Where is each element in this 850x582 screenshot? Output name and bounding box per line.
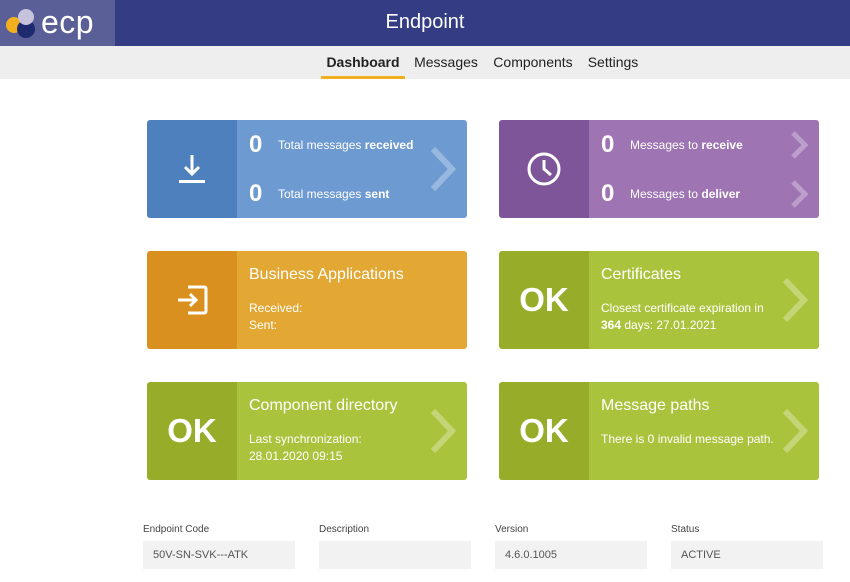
- received-label: Total messages received: [278, 138, 414, 152]
- tile-content: Component directory Last synchronization…: [237, 382, 467, 480]
- version-field: 4.6.0.1005: [495, 541, 647, 569]
- description-label: Description: [319, 524, 370, 535]
- tile-content: Certificates Closest certificate expirat…: [589, 251, 819, 349]
- receive-count: 0: [601, 131, 615, 158]
- tile-message-queue[interactable]: 0 Messages to receive 0 Messages to deli…: [499, 120, 819, 218]
- sent-label: Total messages sent: [278, 187, 390, 201]
- chevron-right-icon: [430, 146, 456, 192]
- tab-settings[interactable]: Settings: [584, 46, 642, 79]
- tile-content: Message paths There is 0 invalid message…: [589, 382, 819, 480]
- download-icon: [179, 155, 205, 183]
- received-label: Received:: [249, 301, 303, 315]
- tile-icon-area: [499, 120, 589, 218]
- app-header: ecp Endpoint: [0, 0, 850, 46]
- tile-title: Business Applications: [249, 266, 404, 283]
- chevron-right-icon: [430, 408, 456, 454]
- tile-content: Business Applications Received: Sent:: [237, 251, 467, 349]
- tile-content: 0 Messages to receive 0 Messages to deli…: [589, 120, 819, 218]
- sent-count: 0: [249, 180, 263, 207]
- sync-label: Last synchronization:: [249, 432, 362, 446]
- chevron-right-icon[interactable]: [790, 130, 808, 160]
- deliver-label: Messages to deliver: [630, 187, 741, 201]
- clock-icon: [527, 152, 561, 186]
- tile-title: Message paths: [601, 397, 710, 414]
- tile-business-applications[interactable]: Business Applications Received: Sent:: [147, 251, 467, 349]
- tile-status-area: OK: [499, 251, 589, 349]
- tile-total-messages[interactable]: 0 Total messages received 0 Total messag…: [147, 120, 467, 218]
- tab-messages[interactable]: Messages: [412, 46, 480, 79]
- description-field: [319, 541, 471, 569]
- status-ok: OK: [519, 412, 569, 449]
- tile-title: Certificates: [601, 266, 682, 283]
- version-label: Version: [495, 524, 529, 535]
- status-label: Status: [671, 524, 700, 535]
- tile-component-directory[interactable]: OK Component directory Last synchronizat…: [147, 382, 467, 480]
- tile-content: 0 Total messages received 0 Total messag…: [237, 120, 467, 218]
- tab-components[interactable]: Components: [490, 46, 576, 79]
- sent-label: Sent:: [249, 318, 278, 332]
- tile-certificates[interactable]: OK Certificates Closest certificate expi…: [499, 251, 819, 349]
- invalid-paths-text: There is 0 invalid message path.: [601, 432, 774, 446]
- tile-icon-area: [147, 251, 237, 349]
- sync-timestamp: 28.01.2020 09:15: [249, 449, 343, 463]
- receive-label: Messages to receive: [630, 138, 743, 152]
- tile-title: Component directory: [249, 397, 398, 414]
- tile-status-area: OK: [499, 382, 589, 480]
- endpoint-code-label: Endpoint Code: [143, 524, 210, 535]
- chevron-right-icon: [782, 277, 808, 323]
- status-ok: OK: [167, 412, 217, 449]
- status-field: ACTIVE: [671, 541, 823, 569]
- tab-dashboard[interactable]: Dashboard: [321, 46, 405, 79]
- sign-in-icon: [178, 285, 208, 315]
- expiration-days: 364 days: 27.01.2021: [601, 318, 717, 332]
- endpoint-code-field: 50V-SN-SVK---ATK: [143, 541, 295, 569]
- status-ok: OK: [519, 281, 569, 318]
- deliver-count: 0: [601, 180, 615, 207]
- chevron-right-icon[interactable]: [790, 179, 808, 209]
- tile-message-paths[interactable]: OK Message paths There is 0 invalid mess…: [499, 382, 819, 480]
- expiration-text: Closest certificate expiration in: [601, 301, 764, 315]
- main-nav: Dashboard Messages Components Settings: [0, 46, 850, 79]
- page-title: Endpoint: [385, 11, 465, 33]
- chevron-right-icon: [782, 408, 808, 454]
- tile-status-area: OK: [147, 382, 237, 480]
- received-count: 0: [249, 131, 263, 158]
- tile-icon-area: [147, 120, 237, 218]
